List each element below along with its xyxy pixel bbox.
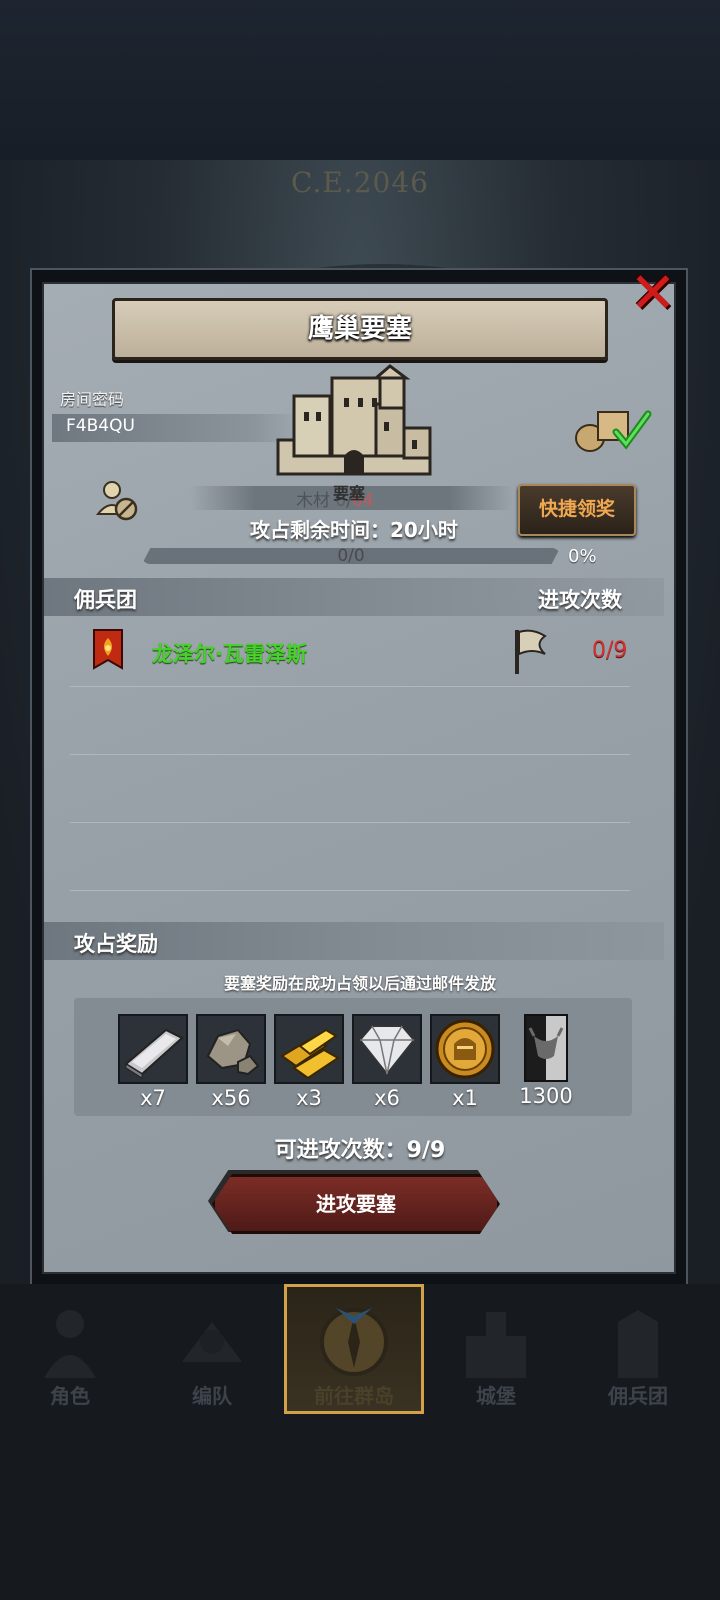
bull-emblem-icon: [528, 1027, 564, 1059]
reward-slot: [118, 1014, 188, 1084]
bottom-padding: [0, 1420, 720, 1600]
nav-item-islands[interactable]: 前往群岛: [284, 1284, 424, 1414]
resource-name: 木材: [296, 491, 330, 511]
nav-label: 角色: [50, 1384, 90, 1408]
fortress-castle-icon: [276, 364, 432, 476]
nav-item-formation[interactable]: 编队: [142, 1284, 282, 1414]
top-background: [0, 0, 720, 160]
mercenary-name: 龙泽尔·瓦雷泽斯: [152, 642, 307, 666]
reward-item[interactable]: x56: [196, 1014, 266, 1110]
attempts-left: 可进攻次数：9/9: [274, 1138, 446, 1163]
rewards-note: 要塞奖励在成功占领以后通过邮件发放: [223, 974, 496, 993]
reward-slot: [352, 1014, 422, 1084]
row-separator: [70, 754, 630, 755]
reward-qty: x6: [374, 1086, 400, 1110]
nav-label: 编队: [192, 1384, 232, 1408]
reward-item[interactable]: x6: [352, 1014, 422, 1110]
time-remaining: 攻占剩余时间：20小时: [250, 518, 458, 542]
attack-flag-icon: [515, 629, 547, 674]
nav-label: 前往群岛: [314, 1384, 394, 1408]
reward-qty: 1300: [519, 1084, 573, 1108]
formation-icon: [182, 1322, 242, 1362]
reward-item[interactable]: x1: [430, 1014, 500, 1110]
mercenary-attack-count: 0/9: [592, 638, 628, 663]
knight-medal-icon: [435, 1019, 495, 1079]
mercenary-icon: [618, 1310, 658, 1378]
reward-slot: [274, 1014, 344, 1084]
silver-ingot-icon: [124, 1028, 184, 1079]
reward-item[interactable]: x7: [118, 1014, 188, 1110]
row-separator: [70, 890, 630, 891]
stone-icon: [206, 1028, 260, 1076]
nav-label: 城堡: [476, 1384, 516, 1408]
no-occupant-icon: [96, 481, 138, 521]
fortress-tag: 要塞: [333, 484, 366, 503]
reward-item[interactable]: x3: [274, 1014, 344, 1110]
knight-icon: [44, 1310, 96, 1378]
reward-qty: x56: [211, 1086, 251, 1110]
close-icon[interactable]: ✕: [628, 266, 678, 322]
row-separator: [70, 686, 630, 687]
guild-banner-icon: [93, 629, 123, 670]
reward-item[interactable]: 1300: [506, 1014, 586, 1108]
quick-claim-button[interactable]: 快捷领奖: [518, 484, 636, 536]
nav-item-mercenary[interactable]: 佣兵团: [568, 1284, 708, 1414]
reward-slot: [196, 1014, 266, 1084]
era-label: C.E.2046: [291, 166, 429, 199]
nav-item-castle[interactable]: 城堡: [426, 1284, 566, 1414]
reward-qty: x3: [296, 1086, 322, 1110]
gold-bars-icon: [280, 1028, 340, 1080]
diamond-icon: [358, 1025, 416, 1076]
dialog-title: 鹰巢要塞: [112, 298, 608, 360]
castle-icon: [466, 1312, 526, 1378]
capture-progress-text: 0/0: [337, 546, 365, 566]
honor-card-icon: [524, 1014, 568, 1082]
nav-item-character[interactable]: 角色: [0, 1284, 140, 1414]
attack-fortress-button[interactable]: 进攻要塞: [212, 1174, 500, 1234]
mercenary-row[interactable]: 龙泽尔·瓦雷泽斯 0/9: [80, 620, 640, 686]
reward-box-claimed-icon: [575, 410, 652, 452]
mercenary-header: 佣兵团: [74, 588, 137, 612]
rewards-header: 攻占奖励: [74, 932, 158, 956]
nav-label: 佣兵团: [608, 1384, 668, 1408]
room-code-value[interactable]: F4B4QU: [66, 416, 135, 436]
room-code-label: 房间密码: [60, 390, 125, 409]
reward-qty: x7: [140, 1086, 166, 1110]
reward-qty: x1: [452, 1086, 478, 1110]
attack-count-header: 进攻次数: [538, 588, 622, 612]
compass-icon: [320, 1308, 388, 1376]
reward-slot: [430, 1014, 500, 1084]
capture-progress-percent: 0%: [568, 546, 597, 567]
row-separator: [70, 822, 630, 823]
